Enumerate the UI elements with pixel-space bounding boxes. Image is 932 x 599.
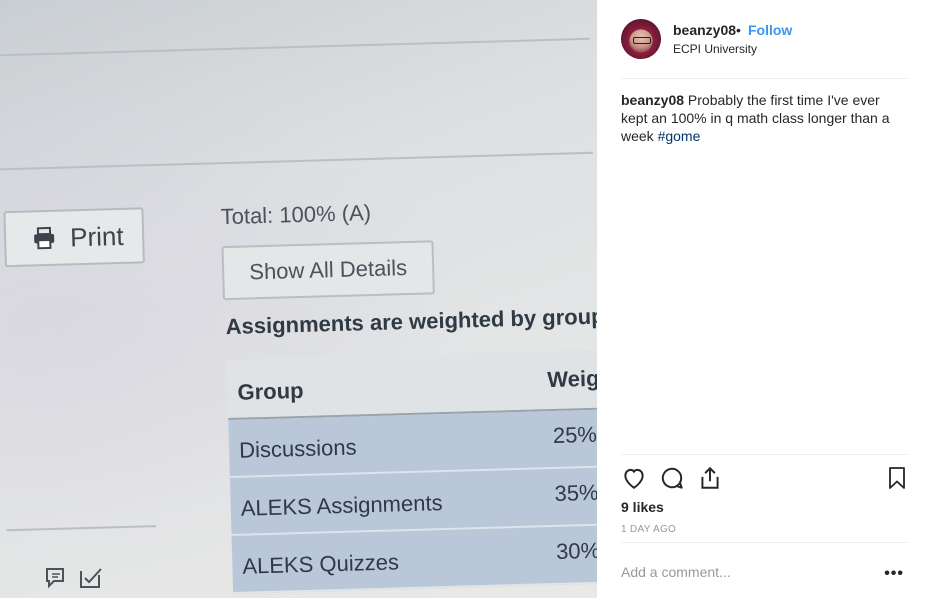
- group-weight: 35%: [554, 479, 597, 506]
- post-timestamp[interactable]: 1 DAY AGO: [621, 524, 676, 535]
- divider: [0, 151, 594, 171]
- printer-icon: [34, 226, 55, 250]
- comment-icon[interactable]: [659, 465, 685, 491]
- caption-username[interactable]: beanzy08: [621, 92, 684, 108]
- bookmark-icon[interactable]: [885, 465, 909, 491]
- post-photo[interactable]: Print Total: 100% (A) Show All Details A…: [0, 0, 597, 598]
- comment-input[interactable]: Add a comment...: [621, 564, 731, 580]
- weights-table: Group Weig Discussions 25% ALEKS Assignm…: [226, 348, 597, 594]
- follow-button[interactable]: Follow: [748, 22, 792, 38]
- print-label: Print: [69, 220, 125, 252]
- checklist-icon: [80, 568, 102, 588]
- column-header-weight: Weig: [546, 365, 597, 393]
- divider: [0, 37, 590, 57]
- heart-icon[interactable]: [621, 465, 647, 491]
- group-weight: 30%: [555, 537, 597, 564]
- sidebar-icons: [44, 565, 106, 591]
- likes-count[interactable]: 9 likes: [621, 499, 664, 515]
- instagram-post-view: Print Total: 100% (A) Show All Details A…: [0, 0, 932, 598]
- group-name: Discussions: [238, 434, 357, 463]
- column-header-group: Group: [237, 377, 304, 405]
- divider: [6, 525, 157, 532]
- separator-dot: •: [736, 22, 741, 38]
- show-all-details-button: Show All Details: [221, 240, 435, 301]
- group-name: ALEKS Assignments: [240, 490, 443, 521]
- share-icon[interactable]: [697, 465, 723, 491]
- action-bar: [621, 454, 908, 495]
- more-options-icon[interactable]: •••: [884, 565, 904, 583]
- table-row: Discussions 25%: [228, 408, 597, 479]
- post-sidebar: beanzy08 • Follow ECPI University beanzy…: [597, 0, 932, 598]
- group-weight: 25%: [552, 421, 597, 448]
- group-name: ALEKS Quizzes: [242, 549, 400, 579]
- table-row: ALEKS Assignments 35%: [229, 466, 597, 537]
- grade-total: Total: 100% (A): [220, 199, 372, 230]
- avatar[interactable]: [621, 19, 661, 59]
- post-header: beanzy08 • Follow ECPI University: [621, 18, 908, 79]
- comment-bar: Add a comment... •••: [621, 542, 908, 599]
- chat-icon: [46, 568, 64, 589]
- username-link[interactable]: beanzy08: [673, 22, 736, 38]
- print-button: Print: [3, 207, 145, 268]
- hashtag-link[interactable]: #gome: [658, 128, 701, 144]
- table-header: Group Weig: [226, 348, 597, 421]
- weighted-heading: Assignments are weighted by group:: [225, 303, 597, 340]
- location-link[interactable]: ECPI University: [673, 42, 757, 56]
- post-caption: beanzy08 Probably the first time I've ev…: [621, 91, 901, 145]
- table-row: ALEKS Quizzes 30%: [231, 524, 597, 594]
